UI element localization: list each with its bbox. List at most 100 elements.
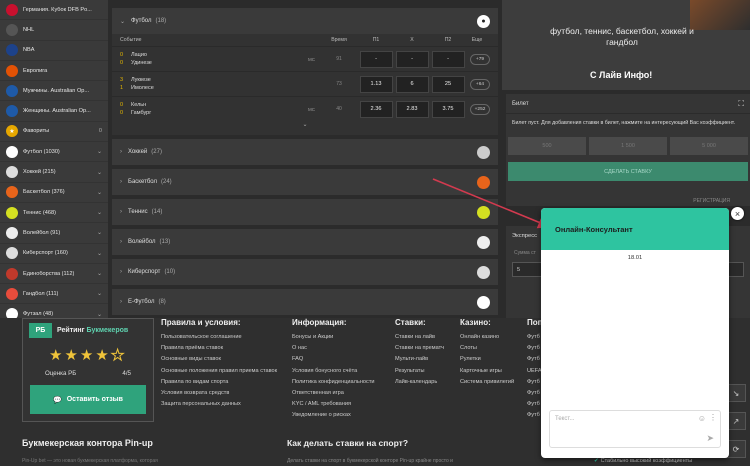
match-row[interactable]: 3 Луккезе 1 Имолесе 73 1.13 6 25 +64: [112, 71, 498, 96]
footer-link[interactable]: Политика конфиденциальности: [292, 377, 375, 388]
odd-p1-button[interactable]: 1.13: [359, 75, 393, 93]
sport-header-football[interactable]: ⌄ Футбол (18) ●: [112, 8, 498, 34]
more-markets-button[interactable]: +252: [470, 103, 490, 115]
chevron-down-icon[interactable]: ⌄: [97, 270, 102, 277]
footer-link[interactable]: Условия возврата средств: [161, 388, 277, 399]
footer-link[interactable]: Уведомление о рисках: [292, 410, 375, 421]
side-tool-button[interactable]: ↗: [726, 412, 746, 430]
odd-p1-button[interactable]: -: [359, 50, 393, 68]
efootball-icon: [477, 295, 490, 309]
odd-x-button[interactable]: 6: [395, 75, 429, 93]
odd-x-button[interactable]: 2.83: [395, 100, 429, 118]
sidebar-item[interactable]: Евролига: [0, 61, 108, 82]
send-icon[interactable]: ➤: [706, 433, 714, 444]
footer-link[interactable]: Правила по видам спорта: [161, 377, 277, 388]
footer-link[interactable]: Онлайн казино: [460, 332, 514, 343]
odd-x-button[interactable]: -: [395, 50, 429, 68]
more-markets-button[interactable]: +64: [470, 78, 490, 90]
sidebar-item[interactable]: Теннис (468) ⌄: [0, 203, 108, 224]
sidebar-item[interactable]: Волейбол (91) ⌄: [0, 223, 108, 244]
sidebar-item-label: Единоборства (112): [23, 270, 75, 277]
footer-link[interactable]: Система привилегий: [460, 377, 514, 388]
chevron-down-icon[interactable]: ⌄: [97, 229, 102, 236]
footer-link[interactable]: Мульти-лайв: [395, 354, 444, 365]
chevron-down-icon[interactable]: ⌄: [97, 148, 102, 155]
match-row[interactable]: 0 Лацио 0 Удинезе MC 91- - - +79: [112, 46, 498, 71]
stake-1500-button[interactable]: 1 500: [589, 137, 667, 155]
footer-link[interactable]: Ответственная игра: [292, 388, 375, 399]
footer-link[interactable]: Защита персональных данных: [161, 399, 277, 410]
expand-icon[interactable]: ⛶: [738, 99, 744, 109]
sport-header[interactable]: › Хоккей (27): [112, 139, 498, 165]
sidebar-item[interactable]: Хоккей (215) ⌄: [0, 162, 108, 183]
sidebar-item[interactable]: Баскетбол (376) ⌄: [0, 183, 108, 203]
register-link[interactable]: РЕГИСТРАЦИЯ: [693, 198, 730, 204]
footer-link[interactable]: Лайв-календарь: [395, 377, 444, 388]
footer-link[interactable]: Слоты: [460, 343, 514, 354]
emoji-icon[interactable]: ☺: [698, 414, 706, 423]
chevron-down-icon[interactable]: ⌄: [97, 311, 102, 318]
sidebar-item-label: Фавориты: [23, 128, 50, 135]
footer-link[interactable]: О нас: [292, 343, 375, 354]
rating-label: Оценка РБ: [45, 370, 77, 377]
footer-column-title: Правила и условия:: [161, 318, 241, 327]
chat-input[interactable]: Текст... ☺ ⋮ ➤: [549, 410, 721, 448]
sport-title: Киберспорт: [128, 269, 161, 275]
odd-p1-button[interactable]: 2.36: [359, 100, 393, 118]
stake-500-button[interactable]: 500: [508, 137, 586, 155]
odd-p2-button[interactable]: -: [431, 50, 465, 68]
sport-header[interactable]: › Баскетбол (24): [112, 169, 498, 195]
footer-link[interactable]: Пользовательское соглашение: [161, 332, 277, 343]
team-name: Имолесе: [131, 85, 154, 91]
leave-review-button[interactable]: 💬 Оставить отзыв: [30, 385, 146, 414]
footer-link[interactable]: Бонусы и Акции: [292, 332, 375, 343]
chevron-down-icon[interactable]: ⌄: [97, 209, 102, 216]
footer-link[interactable]: Ставки на прематч: [395, 343, 444, 354]
sidebar-item[interactable]: NBA: [0, 41, 108, 61]
promo-cta[interactable]: С Лайв Инфо!: [590, 70, 652, 80]
chevron-down-icon[interactable]: ⌄: [97, 290, 102, 297]
promo-banner[interactable]: футбол, теннис, баскетбол, хоккей и ганд…: [502, 0, 750, 90]
sidebar-item[interactable]: Гандбол (111) ⌄: [0, 284, 108, 305]
side-tool-button[interactable]: ↘: [726, 384, 746, 402]
sidebar-item[interactable]: ★ Фавориты 0: [0, 122, 108, 143]
side-tool-button[interactable]: ⟳: [726, 440, 746, 458]
sidebar-item[interactable]: Женщины. Australian Op...: [0, 101, 108, 122]
footer-link[interactable]: Рулетки: [460, 354, 514, 365]
odd-p2-button[interactable]: 3.75: [431, 100, 465, 118]
footer-link[interactable]: FAQ: [292, 354, 375, 365]
footer-link[interactable]: Условия бонусного счёта: [292, 366, 375, 377]
footer-link[interactable]: Карточные игры: [460, 366, 514, 377]
more-icon[interactable]: ⋮: [709, 413, 717, 422]
sport-header[interactable]: › Теннис (14): [112, 199, 498, 225]
sidebar-item[interactable]: Футбол (1030) ⌄: [0, 142, 108, 163]
footer-link[interactable]: Результаты: [395, 366, 444, 377]
match-center-icon[interactable]: MC: [308, 57, 320, 62]
sidebar-item[interactable]: NHL: [0, 20, 108, 41]
footer-link[interactable]: Основные положения правил приема ставок: [161, 366, 277, 377]
chevron-down-icon[interactable]: ⌄: [97, 250, 102, 257]
footer-link[interactable]: Основные виды ставок: [161, 354, 277, 365]
footer-link[interactable]: KYC / AML требования: [292, 399, 375, 410]
close-icon[interactable]: ×: [731, 207, 744, 220]
stake-5000-button[interactable]: 5 000: [670, 137, 748, 155]
chevron-down-icon[interactable]: ⌄: [97, 189, 102, 196]
chevron-down-icon[interactable]: ⌄: [112, 121, 498, 131]
footer-link[interactable]: Ставки на лайв: [395, 332, 444, 343]
sport-header[interactable]: › Киберспорт (10): [112, 259, 498, 285]
footer-link[interactable]: Правила приёма ставок: [161, 343, 277, 354]
more-markets-button[interactable]: +79: [470, 53, 490, 65]
match-row[interactable]: 0 Кельн 0 Гамбург MC 40 2.36 2.83 3.75 +252: [112, 96, 498, 121]
match-center-icon[interactable]: MC: [308, 107, 320, 112]
odd-p2-button[interactable]: 25: [431, 75, 465, 93]
football-icon: ●: [477, 14, 490, 28]
sport-header[interactable]: › Волейбол (13): [112, 229, 498, 255]
sidebar-item[interactable]: Единоборства (112) ⌄: [0, 264, 108, 285]
sport-header[interactable]: › E-Футбол (8): [112, 289, 498, 315]
australian-open-icon: [6, 105, 18, 118]
sidebar-item[interactable]: Германия. Кубок DFB Po...: [0, 0, 108, 21]
sidebar-item[interactable]: Мужчины. Australian Op...: [0, 81, 108, 102]
sidebar-item[interactable]: Киберспорт (160) ⌄: [0, 244, 108, 264]
place-bet-button[interactable]: СДЕЛАТЬ СТАВКУ: [508, 162, 748, 181]
chevron-down-icon[interactable]: ⌄: [97, 169, 102, 176]
